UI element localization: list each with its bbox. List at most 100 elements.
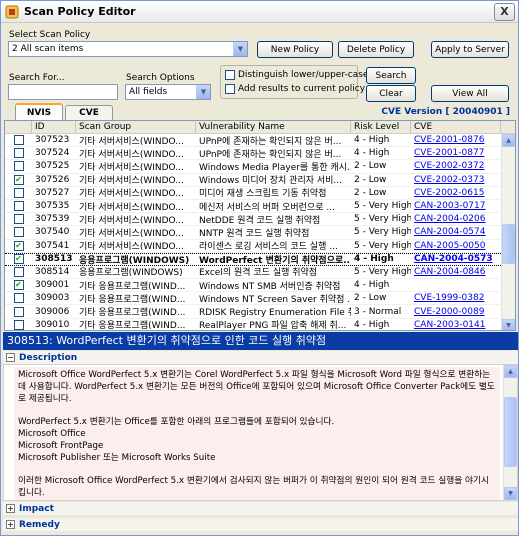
new-policy-button[interactable]: New Policy xyxy=(257,41,333,58)
table-row[interactable]: ✔ 308513 응용프로그램(WINDOWS) WordPerfect 변환기의 취… xyxy=(5,252,515,266)
delete-policy-button[interactable]: Delete Policy xyxy=(338,41,414,58)
row-checkbox-box[interactable] xyxy=(13,214,24,225)
add-results-option[interactable]: Add results to current policy xyxy=(225,84,365,94)
row-cve[interactable]: CAN-2004-0206 xyxy=(411,214,501,224)
row-cve[interactable]: CVE-2002-0372 xyxy=(411,161,501,171)
scroll-up-icon[interactable]: ▲ xyxy=(502,134,515,147)
search-input[interactable] xyxy=(8,84,118,100)
scroll-down-icon[interactable]: ▼ xyxy=(504,487,517,500)
table-row[interactable]: 309003 기타 응용프로그램(WIND... Windows NT Screen… xyxy=(5,292,515,306)
row-id: 309001 xyxy=(35,280,70,291)
row-cve[interactable]: CAN-2004-0574 xyxy=(411,227,501,237)
row-checkbox-box[interactable]: ✔ xyxy=(13,254,24,265)
row-checkbox-box[interactable]: ✔ xyxy=(13,280,24,291)
row-id: 308513 xyxy=(35,254,73,265)
checkmark-icon: ✔ xyxy=(15,174,22,184)
row-cve[interactable]: CVE-2000-0089 xyxy=(411,307,501,317)
tab-nvis[interactable]: NVIS xyxy=(15,103,63,120)
row-cve[interactable]: CVE-2001-0876 xyxy=(411,135,501,145)
table-row[interactable]: 307539 기타 서버서비스(WINDO... NetDDE 원격 코드 실행 취… xyxy=(5,213,515,227)
table-scrollbar[interactable]: ▲ ▼ xyxy=(501,134,515,330)
row-cve[interactable]: CVE-2001-0877 xyxy=(411,148,501,158)
policy-select[interactable]: 2 All scan items ▼ xyxy=(8,41,248,57)
column-header-id[interactable]: ID xyxy=(32,121,76,133)
search-options-select[interactable]: All fields ▼ xyxy=(125,84,211,100)
row-cve[interactable]: CAN-2003-0717 xyxy=(411,201,501,211)
row-checkbox-box[interactable] xyxy=(13,293,24,304)
table-row[interactable]: ✔ 307526 기타 서버서비스(WINDO... Windows 미디어 장치 관… xyxy=(5,174,515,187)
row-checkbox-box[interactable] xyxy=(13,148,24,159)
table-row[interactable]: 307524 기타 서버서비스(WINDO... UPnP에 존재하는 확인되지 않… xyxy=(5,147,515,161)
clear-button[interactable]: Clear xyxy=(366,85,416,102)
row-checkbox-box[interactable] xyxy=(13,187,24,198)
table-row[interactable]: 308514 응용프로그램(WINDOWS) Excel의 원격 코드 실행 취약점… xyxy=(5,266,515,280)
row-checkbox: ✔ xyxy=(5,280,32,291)
table-row[interactable]: 309006 기타 응용프로그램(WIND... RDISK Registry En… xyxy=(5,305,515,319)
row-checkbox-box[interactable]: ✔ xyxy=(13,240,24,251)
row-checkbox-box[interactable] xyxy=(13,201,24,212)
expand-icon[interactable]: + xyxy=(6,520,15,529)
table-row[interactable]: 307527 기타 서버서비스(WINDO... 미디어 재생 스크립트 기동 취약… xyxy=(5,187,515,200)
row-checkbox-box[interactable] xyxy=(13,266,24,277)
row-checkbox-box[interactable] xyxy=(13,306,24,317)
row-scan-group: 기타 서버서비스(WINDO... xyxy=(79,162,184,173)
row-vulnerability-name: Windows NT Screen Saver 취약점 ... xyxy=(199,294,351,305)
scroll-down-icon[interactable]: ▼ xyxy=(502,319,515,330)
row-checkbox-box[interactable] xyxy=(13,161,24,172)
row-checkbox-box[interactable] xyxy=(13,227,24,238)
row-scan-group: 응용프로그램(WINDOWS) xyxy=(79,268,183,279)
description-scrollbar[interactable]: ▲ ▼ xyxy=(503,365,517,500)
row-cve[interactable]: CVE-2002-0373 xyxy=(411,175,501,185)
checkmark-icon: ✔ xyxy=(15,240,22,250)
row-cve[interactable]: CAN-2005-0050 xyxy=(411,241,501,251)
row-cve[interactable]: CAN-2003-0141 xyxy=(411,320,501,330)
column-header-scan-group[interactable]: Scan Group xyxy=(76,121,196,133)
impact-section-header[interactable]: + Impact xyxy=(3,502,518,515)
row-checkbox-box[interactable] xyxy=(13,319,24,330)
row-scan-group: 기타 응용프로그램(WIND... xyxy=(79,294,186,305)
description-text: Microsoft Office WordPerfect 5.x 변환기는 Co… xyxy=(14,367,500,500)
row-checkbox xyxy=(5,148,32,159)
description-section-header[interactable]: − Description xyxy=(3,351,518,364)
row-cve[interactable]: CVE-2002-0615 xyxy=(411,188,501,198)
remedy-section-header[interactable]: + Remedy xyxy=(3,518,518,531)
scroll-thumb[interactable] xyxy=(504,397,517,467)
expand-icon[interactable]: + xyxy=(6,504,15,513)
select-policy-label: Select Scan Policy xyxy=(9,30,91,40)
search-button[interactable]: Search xyxy=(366,67,416,84)
table-row[interactable]: ✔ 307541 기타 서버서비스(WINDO... 라이센스 로깅 서비스의 코드 … xyxy=(5,240,515,253)
distinguish-case-option[interactable]: Distinguish lower/upper-case xyxy=(225,70,368,80)
collapse-icon[interactable]: − xyxy=(6,353,15,362)
column-header-check[interactable] xyxy=(5,121,32,133)
row-cve[interactable]: CVE-1999-0382 xyxy=(411,293,501,303)
table-row[interactable]: 307540 기타 서버서비스(WINDO... NNTP 원격 코드 실행 취약점… xyxy=(5,226,515,240)
row-scan-group: 기타 서버서비스(WINDO... xyxy=(79,215,184,226)
row-vulnerability-name: Windows NT SMB 서버인증 취약점 xyxy=(199,281,341,292)
row-checkbox-box[interactable] xyxy=(13,135,24,146)
row-cve[interactable]: CAN-2004-0573 xyxy=(411,254,501,264)
row-checkbox-box[interactable]: ✔ xyxy=(13,174,24,185)
column-header-vulnerability-name[interactable]: Vulnerability Name xyxy=(196,121,351,133)
row-scan-group: 기타 응용프로그램(WIND... xyxy=(79,321,186,331)
table-row[interactable]: ✔ 309001 기타 응용프로그램(WIND... Windows NT SMB 서… xyxy=(5,279,515,293)
row-id: 307526 xyxy=(35,174,70,185)
view-all-button[interactable]: View All xyxy=(431,85,509,102)
source-tabs: NVIS CVE xyxy=(15,103,113,120)
table-row[interactable]: 309010 기타 응용프로그램(WIND... RealPlayer PNG 파일… xyxy=(5,319,515,331)
apply-to-server-button[interactable]: Apply to Server xyxy=(431,41,509,58)
row-id: 309003 xyxy=(35,293,70,304)
scroll-up-icon[interactable]: ▲ xyxy=(504,365,517,378)
table-row[interactable]: 307523 기타 서버서비스(WINDO... UPnP에 존재하는 확인되지 않… xyxy=(5,134,515,148)
distinguish-case-checkbox[interactable] xyxy=(225,70,235,80)
tab-cve[interactable]: CVE xyxy=(65,105,113,120)
table-row[interactable]: 307525 기타 서버서비스(WINDO... Windows Media Pla… xyxy=(5,160,515,174)
row-scan-group: 기타 서버서비스(WINDO... xyxy=(79,136,184,147)
table-row[interactable]: 307535 기타 서버서비스(WINDO... 메신저 서비스의 버퍼 오버런으로… xyxy=(5,200,515,214)
scroll-thumb[interactable] xyxy=(502,224,515,264)
add-results-checkbox[interactable] xyxy=(225,84,235,94)
row-cve[interactable]: CAN-2004-0846 xyxy=(411,267,501,277)
column-header-risk-level[interactable]: Risk Level xyxy=(351,121,411,133)
close-button[interactable]: X xyxy=(494,2,515,21)
column-header-cve[interactable]: CVE xyxy=(411,121,501,133)
row-risk-level: 5 - Very High xyxy=(354,201,411,212)
